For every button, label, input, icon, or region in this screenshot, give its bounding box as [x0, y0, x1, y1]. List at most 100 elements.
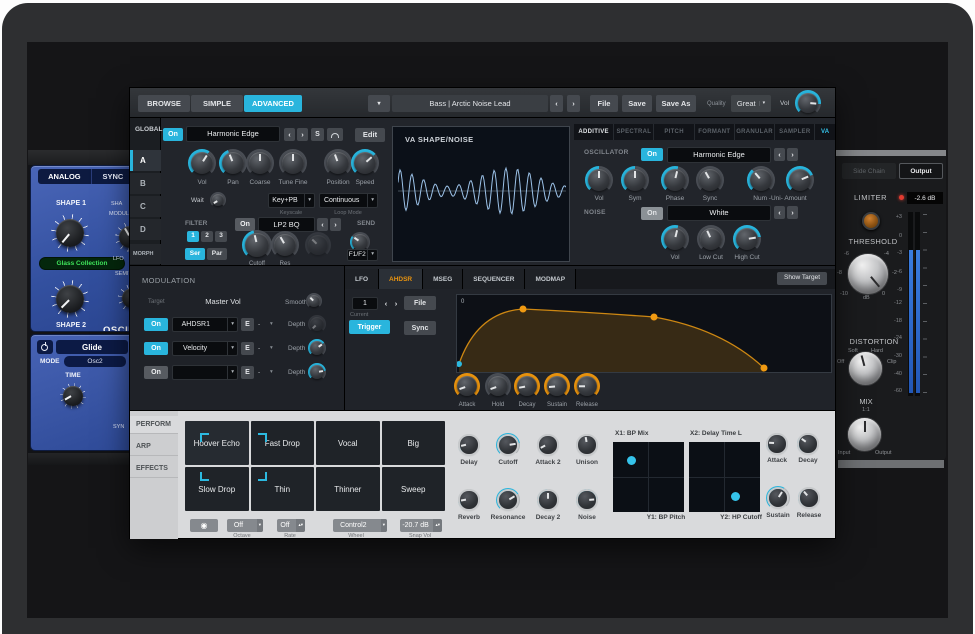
layer-tab-a[interactable]: A	[130, 150, 161, 171]
mod-row1-depth-knob[interactable]	[308, 315, 326, 333]
env-end-point[interactable]	[761, 365, 768, 372]
master-vol-knob[interactable]	[795, 90, 821, 116]
mod-row2-source-select[interactable]: Velocity▾	[172, 341, 238, 356]
va-sym-knob[interactable]	[621, 166, 649, 194]
file-button[interactable]: File	[590, 95, 618, 112]
glide-time-knob[interactable]	[60, 383, 86, 409]
filter-prev-button[interactable]: ‹	[317, 218, 328, 231]
layer-tab-morph[interactable]: MORPH	[130, 244, 161, 264]
pad-sweep[interactable]: Sweep	[382, 467, 446, 511]
macro-delay-knob[interactable]	[458, 434, 480, 456]
pad-hoover-echo[interactable]: Hoover Echo	[185, 421, 249, 465]
perf-sustain-knob[interactable]	[766, 486, 790, 510]
filter-cutoff-knob[interactable]	[242, 230, 272, 260]
tab-analog[interactable]: ANALOG	[38, 169, 91, 184]
tab-sync[interactable]: SYNC	[91, 169, 134, 184]
macro-noise-knob[interactable]	[576, 489, 598, 511]
va-osc-prev-button[interactable]: ‹	[774, 148, 785, 161]
tab-side-chain[interactable]: Side Chain	[842, 163, 896, 179]
chevron-down-icon[interactable]: ▾	[270, 370, 273, 376]
filter-serial-button[interactable]: Ser	[185, 248, 205, 260]
env-hold-knob[interactable]	[485, 373, 511, 399]
mod-row3-depth-knob[interactable]	[308, 363, 326, 381]
env-sustain-knob[interactable]	[544, 373, 570, 399]
pad-big[interactable]: Big	[382, 421, 446, 465]
noise-on-toggle[interactable]: On	[641, 207, 663, 220]
va-amount-knob[interactable]	[786, 166, 814, 194]
shape2-knob[interactable]	[51, 280, 89, 318]
va-phase-knob[interactable]	[661, 166, 689, 194]
macro-attack2-knob[interactable]	[537, 434, 559, 456]
layer-tab-d[interactable]: D	[130, 219, 161, 240]
filter-1-button[interactable]: 1	[187, 231, 199, 242]
osc-vol-knob[interactable]	[188, 149, 216, 177]
mod-target-value[interactable]: Master Vol	[205, 298, 240, 306]
mod-row1-e-button[interactable]: E	[241, 318, 254, 331]
distortion-knob[interactable]	[848, 351, 883, 386]
preset-name-field[interactable]: Bass | Arctic Noise Lead	[392, 95, 548, 112]
va-osc-wave-select[interactable]: Harmonic Edge	[667, 147, 771, 163]
osc-coarse-knob[interactable]	[246, 149, 274, 177]
filter-parallel-button[interactable]: Par	[207, 248, 227, 260]
osc-pan-knob[interactable]	[219, 149, 247, 177]
macro-unison-knob[interactable]	[576, 434, 598, 456]
preset-dropdown-button[interactable]: ▾	[368, 95, 390, 112]
tab-perform[interactable]: PERFORM	[130, 416, 178, 434]
glide-title-field[interactable]: Glide	[56, 340, 128, 354]
tab-additive[interactable]: ADDITIVE	[574, 124, 613, 140]
mod-row1-source-select[interactable]: AHDSR1▾	[172, 317, 238, 332]
browse-button[interactable]: BROWSE	[138, 95, 190, 112]
mix-knob[interactable]	[847, 417, 882, 452]
env-next-button[interactable]: ›	[391, 297, 401, 310]
xy-pad-1[interactable]	[613, 442, 684, 512]
tab-sequencer[interactable]: SEQUENCER	[463, 269, 525, 289]
macro-decay2-knob[interactable]	[537, 489, 559, 511]
perf-release-knob[interactable]	[798, 487, 820, 509]
osc-wave-select[interactable]: Harmonic Edge	[186, 126, 280, 142]
env-prev-button[interactable]: ‹	[381, 297, 391, 310]
glide-mode-select[interactable]: Osc2	[64, 356, 126, 367]
tab-va[interactable]: VA	[814, 124, 835, 140]
tab-ahdsr[interactable]: AHDSR	[379, 269, 423, 289]
envelope-display[interactable]: 0	[456, 294, 832, 373]
va-osc-next-button[interactable]: ›	[787, 148, 798, 161]
layer-tab-b[interactable]: B	[130, 173, 161, 194]
rate-stepper[interactable]: Off▴▾	[277, 519, 305, 532]
pad-slow-drop[interactable]: Slow Drop	[185, 467, 249, 511]
next-preset-button[interactable]: ›	[567, 95, 580, 112]
snap-vol-stepper[interactable]: -20.7 dB▴▾	[400, 519, 442, 532]
tab-mseg[interactable]: MSEG	[423, 269, 463, 289]
noise-prev-button[interactable]: ‹	[774, 206, 785, 219]
env-sync-button[interactable]: Sync	[404, 321, 436, 335]
osc-speed-knob[interactable]	[351, 149, 379, 177]
env-decay-knob[interactable]	[514, 373, 540, 399]
osc-next-button[interactable]: ›	[297, 128, 308, 141]
save-button[interactable]: Save	[622, 95, 652, 112]
save-as-button[interactable]: Save As	[656, 95, 696, 112]
latch-button[interactable]: ◉	[190, 519, 218, 532]
global-tab[interactable]: GLOBAL	[135, 127, 162, 134]
filter-on-toggle[interactable]: On	[235, 218, 255, 231]
pad-fast-drop[interactable]: Fast Drop	[251, 421, 315, 465]
advanced-button[interactable]: ADVANCED	[244, 95, 302, 112]
mod-row3-on-toggle[interactable]: On	[144, 366, 168, 379]
wheel-select[interactable]: Control2▾	[333, 519, 387, 532]
xy1-handle[interactable]	[627, 456, 636, 465]
perf-attack-knob[interactable]	[766, 433, 788, 455]
tab-pitch[interactable]: PITCH	[653, 124, 693, 140]
macro-resonance-knob[interactable]	[496, 488, 520, 512]
edit-button[interactable]: Edit	[355, 128, 385, 142]
mod-smooth-knob[interactable]	[306, 293, 322, 309]
audition-button[interactable]	[327, 128, 343, 141]
noise-high-cut-knob[interactable]	[733, 225, 761, 253]
mod-row2-on-toggle[interactable]: On	[144, 342, 168, 355]
tab-sampler[interactable]: SAMPLER	[774, 124, 814, 140]
filter-extra-knob[interactable]	[305, 232, 331, 258]
env-peak-point[interactable]	[520, 306, 527, 313]
env-decay-point[interactable]	[651, 314, 658, 321]
env-attack-knob[interactable]	[454, 373, 480, 399]
noise-low-cut-knob[interactable]	[697, 225, 725, 253]
osc-position-knob[interactable]	[324, 149, 352, 177]
tab-spectral[interactable]: SPECTRAL	[613, 124, 653, 140]
pad-thin[interactable]: Thin	[251, 467, 315, 511]
